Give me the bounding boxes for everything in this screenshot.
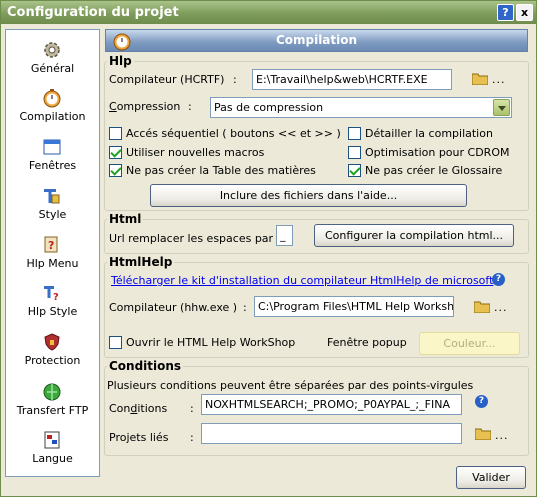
no-glossaire-checkbox[interactable]: Ne pas créer le Glossaire: [348, 164, 508, 178]
sidebar-item-fenetres[interactable]: Fenêtres: [6, 133, 99, 179]
checkbox-box[interactable]: [348, 164, 361, 177]
protection-icon: [44, 333, 60, 351]
window-title: Configuration du projet: [7, 5, 179, 20]
close-button[interactable]: x: [516, 4, 533, 21]
config-window: Configuration du projet ? x Général Comp…: [0, 0, 537, 497]
color-button[interactable]: Couleur...: [419, 332, 520, 355]
url-space-char-input[interactable]: _: [276, 225, 293, 246]
nouvelles-macros-checkbox[interactable]: Utiliser nouvelles macros: [109, 146, 279, 160]
checkbox-label: Accés séquentiel ( boutons << et >> ): [126, 127, 341, 140]
no-toc-checkbox[interactable]: Ne pas créer la Table des matières: [109, 164, 329, 178]
popup-window-label: Fenêtre popup: [327, 336, 407, 349]
svg-text:?: ?: [48, 239, 54, 252]
hhw-browse-button[interactable]: ...: [494, 301, 508, 314]
checkbox-box[interactable]: [109, 164, 122, 177]
timer-icon: [43, 89, 61, 108]
section-header: Compilation: [105, 29, 528, 52]
colon: :: [243, 301, 247, 314]
conditions-group-title: Conditions: [107, 359, 184, 373]
hhw-path-input[interactable]: C:\Program Files\HTML Help Workshop: [254, 296, 454, 317]
sidebar-item-label: Hlp Menu: [26, 257, 79, 270]
help-button[interactable]: ?: [497, 4, 514, 21]
sidebar-item-label: Général: [30, 62, 75, 75]
compression-select[interactable]: Pas de compression: [210, 97, 512, 118]
help-icon[interactable]: ?: [492, 273, 505, 286]
hcrtf-path-input[interactable]: E:\Travail\help&web\HCRTF.EXE: [252, 69, 452, 90]
sidebar-item-label: Langue: [32, 452, 73, 465]
include-files-button[interactable]: Inclure des fichiers dans l'aide...: [150, 184, 467, 207]
help-menu-icon: ?: [44, 236, 58, 253]
sidebar-item-label: Protection: [24, 354, 81, 367]
acces-sequentiel-checkbox[interactable]: Accés séquentiel ( boutons << et >> ): [109, 127, 349, 141]
folder-icon[interactable]: [474, 301, 490, 313]
sidebar-item-style[interactable]: Style: [6, 182, 99, 228]
html-group-title: Html: [107, 212, 144, 226]
sidebar-item-compilation[interactable]: Compilation: [6, 84, 99, 130]
gear-icon: [44, 42, 60, 58]
checkbox-box[interactable]: [348, 127, 361, 140]
hlp-group-title: Hlp: [107, 54, 134, 68]
checkbox-label: Utiliser nouvelles macros: [126, 146, 265, 159]
htmlhelp-group-title: HtmlHelp: [107, 255, 175, 269]
colon: :: [190, 431, 194, 444]
conditions-hint: Plusieurs conditions peuvent être séparé…: [107, 379, 474, 392]
open-workshop-checkbox[interactable]: Ouvrir le HTML Help WorkShop: [109, 336, 309, 350]
linked-projects-input[interactable]: [201, 423, 462, 444]
url-replace-label: Url remplacer les espaces par: [109, 232, 274, 245]
hhw-compiler-label: Compilateur (hhw.exe ): [109, 301, 238, 314]
help-icon[interactable]: ?: [475, 395, 488, 408]
conditions-label: Conditions: [109, 402, 168, 415]
style-icon: [44, 189, 60, 204]
checkbox-label: Ne pas créer la Table des matières: [126, 164, 316, 177]
configure-html-button[interactable]: Configurer la compilation html...: [314, 224, 514, 247]
checkbox-box[interactable]: [348, 146, 361, 159]
folder-icon[interactable]: [475, 428, 491, 440]
sidebar-item-label: Hlp Style: [27, 305, 78, 318]
sidebar-item-label: Fenêtres: [28, 159, 77, 172]
checkbox-label: Ouvrir le HTML Help WorkShop: [126, 336, 296, 349]
chevron-down-icon[interactable]: [493, 99, 510, 116]
sidebar-item-hlp-style[interactable]: ? Hlp Style: [6, 279, 99, 325]
conditions-input[interactable]: NOXHTMLSEARCH;_PROMO;_P0AYPAL_;_FINA: [201, 394, 462, 415]
hlp-compiler-label: Compilateur (HCRTF): [109, 73, 225, 86]
linked-browse-button[interactable]: ...: [495, 429, 509, 442]
sidebar-item-hlp-menu[interactable]: ? Hlp Menu: [6, 231, 99, 277]
hlp-browse-button[interactable]: ...: [492, 73, 506, 86]
ftp-icon: [43, 383, 61, 401]
optimisation-cdrom-checkbox[interactable]: Optimisation pour CDROM: [348, 146, 513, 160]
checkbox-box[interactable]: [109, 146, 122, 159]
linked-projects-label: Projets liés: [109, 431, 169, 444]
sidebar: Général Compilation Fenêtres Style ? Hlp…: [5, 29, 100, 477]
folder-icon[interactable]: [472, 73, 488, 85]
window-icon: [43, 139, 61, 155]
colon: :: [188, 100, 192, 113]
language-icon: [44, 431, 60, 449]
sidebar-item-general[interactable]: Général: [6, 36, 99, 82]
svg-text:?: ?: [53, 292, 59, 303]
colon: :: [233, 73, 237, 86]
checkbox-box[interactable]: [109, 336, 122, 349]
checkbox-label: Détailler la compilation: [365, 127, 493, 140]
validate-button[interactable]: Valider: [456, 466, 526, 489]
sidebar-item-ftp[interactable]: Transfert FTP: [6, 378, 99, 424]
compression-label: Compression: [109, 100, 181, 113]
download-htmlhelp-link[interactable]: Télécharger le kit d'installation du com…: [111, 274, 493, 287]
sidebar-item-label: Transfert FTP: [16, 404, 89, 417]
compression-select-value: Pas de compression: [214, 101, 324, 114]
help-style-icon: ?: [44, 286, 59, 303]
detailler-compilation-checkbox[interactable]: Détailler la compilation: [348, 127, 508, 141]
sidebar-item-protection[interactable]: Protection: [6, 328, 99, 374]
checkbox-label: Optimisation pour CDROM: [365, 146, 510, 159]
title-bar: Configuration du projet ? x: [1, 1, 536, 24]
sidebar-item-label: Compilation: [19, 110, 86, 123]
sidebar-item-label: Style: [38, 208, 67, 221]
colon: :: [190, 402, 194, 415]
sidebar-item-langue[interactable]: Langue: [6, 426, 99, 472]
checkbox-label: Ne pas créer le Glossaire: [365, 164, 503, 177]
checkbox-box[interactable]: [109, 127, 122, 140]
section-title: Compilation: [275, 33, 358, 47]
